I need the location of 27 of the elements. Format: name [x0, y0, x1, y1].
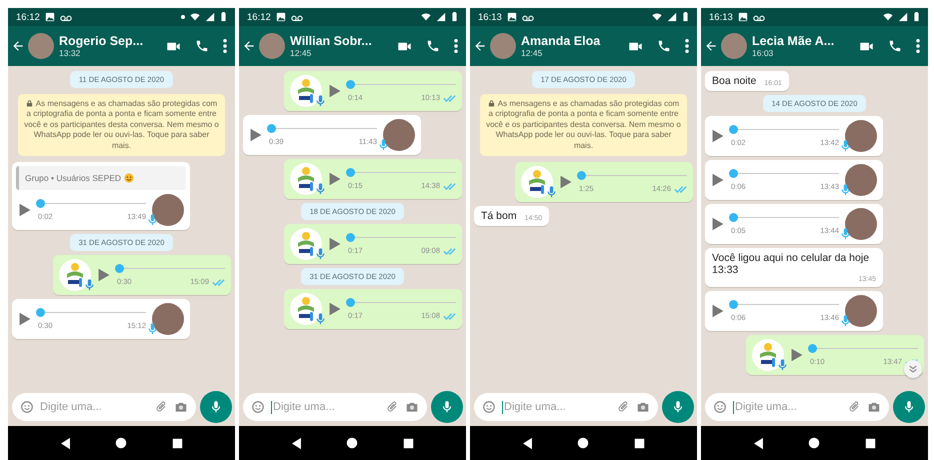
- message-input[interactable]: Digite uma...: [273, 401, 379, 413]
- status-time: 16:12: [247, 12, 271, 22]
- last-seen-time: 12:45: [521, 48, 544, 58]
- last-seen-time: 16:03: [752, 48, 774, 58]
- message-input[interactable]: Digite uma...: [504, 401, 610, 413]
- quoted-text: Grupo • Usuários SEPED: [25, 172, 122, 183]
- contact-name[interactable]: Willian Sobr...: [290, 34, 394, 48]
- message-composer[interactable]: Digite uma...: [12, 393, 196, 421]
- message-composer[interactable]: Digite uma...: [705, 393, 889, 421]
- last-seen-time: 13:32: [59, 48, 82, 58]
- quoted-message[interactable]: Grupo • Usuários SEPED: [16, 166, 186, 190]
- message-input[interactable]: Digite uma...: [40, 401, 148, 413]
- message-composer[interactable]: Digite uma...: [243, 393, 427, 421]
- message-text: Tá bom: [481, 210, 517, 222]
- message-text: Você ligou aqui no celular da hoje 13:33: [712, 252, 870, 276]
- last-seen-time: 12:45: [290, 48, 312, 58]
- contact-name[interactable]: Amanda Eloa: [521, 34, 625, 48]
- encryption-notice[interactable]: As mensagens e as chamadas são protegidas com a criptografia de ponta a ponta e ficam somente entre você e os participantes desta conversa. Nem mesmo o WhatsApp pode ler ou ouvi-las. Toque para saber mais.: [480, 94, 687, 156]
- message-text: Boa noite: [712, 75, 756, 87]
- status-time: 16:12: [16, 12, 40, 22]
- encryption-notice[interactable]: As mensagens e as chamadas são protegidas com a criptografia de ponta a ponta e ficam somente entre você e os participantes desta conversa. Nem mesmo o WhatsApp pode ler ou ouvi-las. Toque para saber mais.: [18, 94, 225, 156]
- contact-name[interactable]: Rogerio Sep...: [59, 34, 163, 48]
- message-input[interactable]: Digite uma...: [735, 401, 841, 413]
- status-time: 16:13: [709, 12, 733, 22]
- contact-name[interactable]: Lecia Mãe A...: [752, 34, 856, 48]
- status-time: 16:13: [478, 12, 502, 22]
- message-composer[interactable]: Digite uma...: [474, 393, 658, 421]
